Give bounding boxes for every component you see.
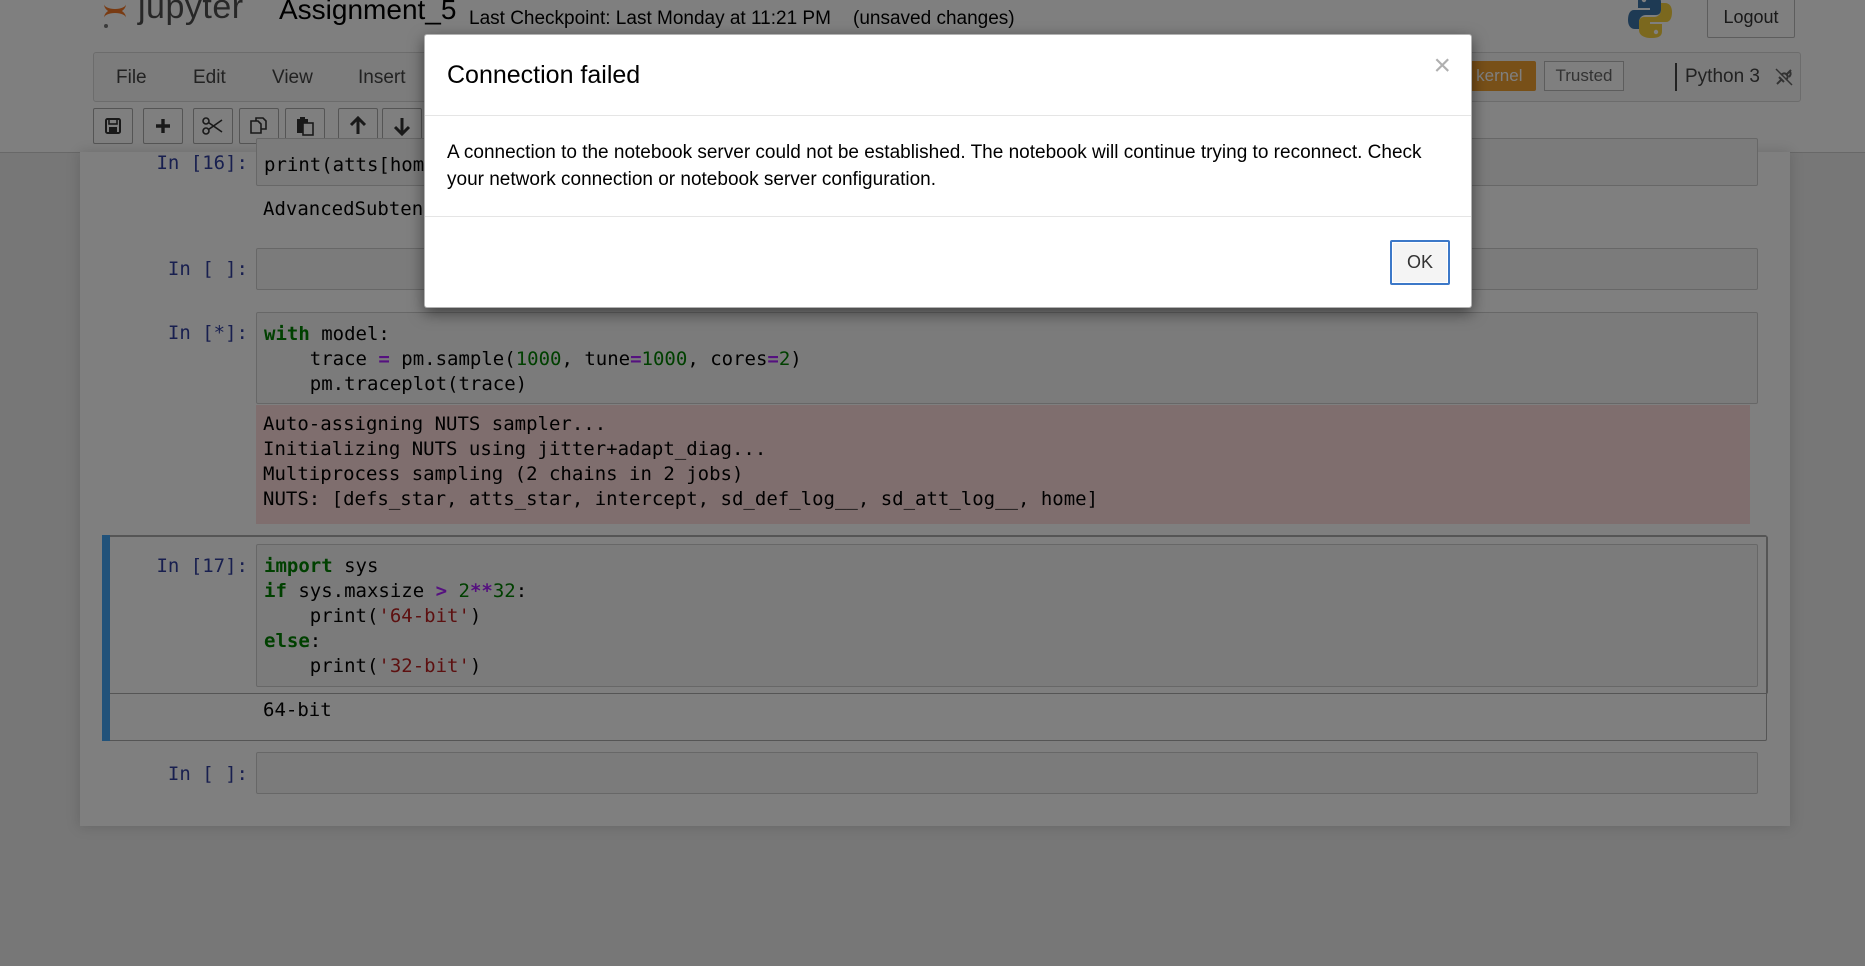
modal-title: Connection failed	[447, 61, 641, 89]
ok-button[interactable]: OK	[1390, 240, 1450, 285]
modal-footer: OK	[425, 216, 1471, 307]
connection-failed-dialog: Connection failed × A connection to the …	[424, 34, 1472, 308]
modal-header: Connection failed ×	[425, 35, 1471, 116]
close-icon[interactable]: ×	[1433, 49, 1451, 83]
modal-message: A connection to the notebook server coul…	[447, 142, 1422, 190]
